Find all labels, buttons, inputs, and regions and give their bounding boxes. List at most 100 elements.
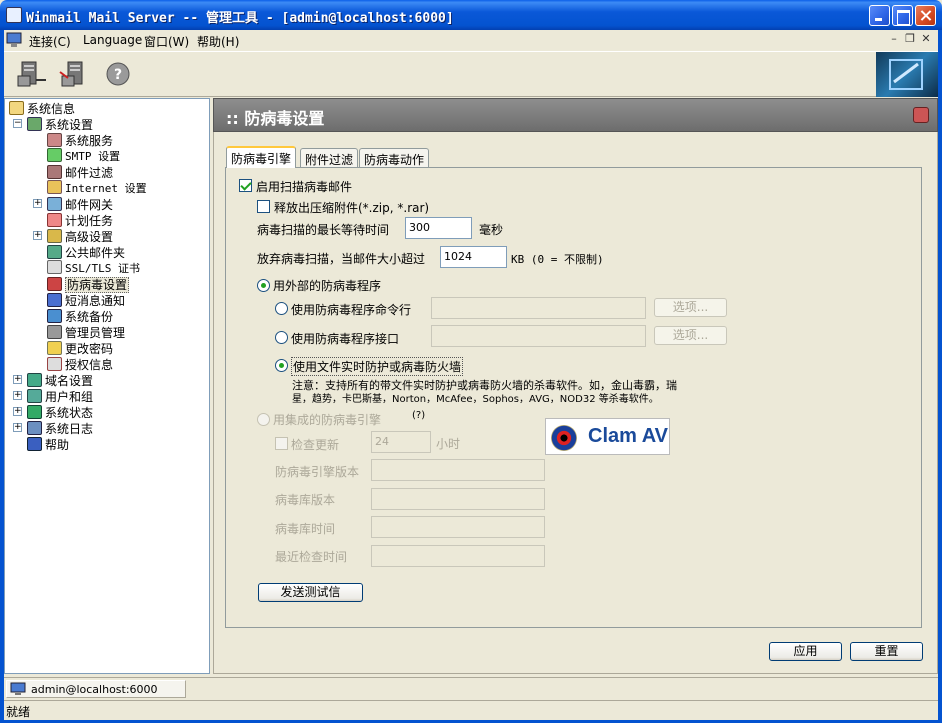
window-title: Winmail Mail Server -- 管理工具 - [admin@loc… [26, 11, 454, 26]
expand-mail-gateway[interactable]: + [33, 199, 42, 208]
tree-item-antivirus[interactable]: 防病毒设置 [47, 276, 130, 293]
reset-button[interactable]: 重置 [850, 642, 923, 661]
realtime-radio[interactable] [275, 359, 288, 372]
last-check-field [371, 545, 545, 567]
integrated-hint[interactable]: (?) [412, 410, 425, 421]
tab-antivirus-action[interactable]: 防病毒动作 [359, 148, 430, 168]
clamav-eye-icon [551, 425, 577, 451]
tree-item-license[interactable]: 授权信息 [47, 356, 113, 372]
tree-item-public-folders[interactable]: 公共邮件夹 [47, 244, 125, 260]
window-tab-admin[interactable]: admin@localhost:6000 [6, 680, 186, 698]
note-line-2: 星，趋势，卡巴斯基，Norton，McAfee，Sophos，AVG，NOD32… [292, 394, 659, 405]
maximize-button[interactable] [892, 5, 913, 26]
tree-item-users-groups[interactable]: 用户和组 [27, 388, 93, 404]
close-button[interactable] [915, 5, 936, 26]
tree-item-smtp[interactable]: SMTP 设置 [47, 148, 120, 164]
extract-archives-checkbox[interactable] [257, 200, 270, 213]
tree-item-system-info[interactable]: 系统信息 [9, 100, 75, 116]
realtime-label: 使用文件实时防护或病毒防火墙 [291, 357, 464, 376]
scheduled-tasks-icon [47, 213, 62, 227]
winmail-logo [876, 52, 938, 97]
system-status-icon [27, 405, 42, 419]
clamav-logo: Clam AV [545, 418, 670, 455]
tree-item-system-status[interactable]: 系统状态 [27, 404, 93, 420]
admin-icon [47, 325, 62, 339]
menu-language[interactable]: Language [83, 33, 142, 47]
engine-version-field [371, 459, 545, 481]
max-wait-unit: 毫秒 [479, 223, 504, 237]
last-check-label: 最近检查时间 [275, 550, 348, 564]
tree-item-admin-mgmt[interactable]: 管理员管理 [47, 324, 125, 340]
tree-item-system-services[interactable]: 系统服务 [47, 132, 113, 148]
interface-options-button[interactable]: 选项... [654, 326, 727, 345]
internet-icon [47, 180, 62, 194]
disconnect-server-icon[interactable] [58, 58, 90, 90]
extract-archives-label: 释放出压缩附件(*.zip, *.rar) [274, 201, 430, 215]
status-bar: 就绪 [4, 700, 938, 720]
enable-scan-checkbox[interactable] [239, 179, 252, 192]
window-task-strip: admin@localhost:6000 [4, 677, 938, 699]
connection-menu-icon [6, 32, 22, 47]
tree-item-system-logs[interactable]: 系统日志 [27, 420, 93, 436]
apply-button[interactable]: 应用 [769, 642, 842, 661]
tree-item-backup[interactable]: 系统备份 [47, 308, 113, 324]
minimize-button[interactable] [869, 5, 890, 26]
navigation-tree: 系统信息 − 系统设置 系统服务 SMTP 设置 邮件过滤 Internet 设… [4, 98, 210, 674]
mdi-close-icon[interactable]: ✕ [919, 33, 933, 46]
antivirus-icon [47, 277, 62, 291]
tree-item-mail-filter[interactable]: 邮件过滤 [47, 164, 113, 180]
cmdline-options-button[interactable]: 选项... [654, 298, 727, 317]
mdi-restore-icon[interactable]: ❐ [903, 33, 917, 46]
expand-domain[interactable]: + [13, 375, 22, 384]
tree-item-ssl-tls[interactable]: SSL/TLS 证书 [47, 260, 140, 276]
title-bar: Winmail Mail Server -- 管理工具 - [admin@loc… [0, 0, 942, 30]
expand-status[interactable]: + [13, 407, 22, 416]
menu-connect[interactable]: 连接(C) [29, 33, 71, 50]
external-program-radio[interactable] [257, 279, 270, 292]
tree-item-system-settings[interactable]: 系统设置 [27, 116, 93, 132]
monitor-icon [10, 682, 26, 695]
engine-version-label: 防病毒引擎版本 [275, 465, 360, 479]
integrated-engine-radio[interactable] [257, 413, 270, 426]
tab-attachment-filter[interactable]: 附件过滤 [300, 148, 359, 168]
integrated-engine-label: 用集成的防病毒引擎 [273, 413, 382, 427]
check-update-input[interactable]: 24 [371, 431, 431, 453]
interface-input[interactable] [431, 325, 646, 347]
menu-bar: 连接(C) Language 窗口(W) 帮助(H) – ❐ ✕ [4, 30, 938, 50]
tree-item-change-password[interactable]: 更改密码 [47, 340, 113, 356]
mdi-minimize-icon[interactable]: – [887, 33, 901, 46]
tab-antivirus-engine[interactable]: 防病毒引擎 [226, 146, 297, 168]
tree-item-mail-gateway[interactable]: 邮件网关 [47, 196, 113, 212]
menu-window[interactable]: 窗口(W) [144, 33, 189, 50]
tree-item-sms[interactable]: 短消息通知 [47, 292, 125, 308]
expand-logs[interactable]: + [13, 423, 22, 432]
key-icon [47, 341, 62, 355]
backup-icon [47, 309, 62, 323]
system-settings-icon [27, 117, 42, 131]
max-wait-input[interactable]: 300 [405, 217, 472, 239]
tree-item-scheduled-tasks[interactable]: 计划任务 [47, 212, 113, 228]
expand-users[interactable]: + [13, 391, 22, 400]
db-version-label: 病毒库版本 [275, 493, 336, 507]
tree-item-internet[interactable]: Internet 设置 [47, 180, 147, 196]
tree-item-domain[interactable]: 域名设置 [27, 372, 93, 388]
interface-label: 使用防病毒程序接口 [291, 332, 400, 346]
menu-help[interactable]: 帮助(H) [197, 33, 239, 50]
cmdline-input[interactable] [431, 297, 646, 319]
system-logs-icon [27, 421, 42, 435]
db-version-field [371, 488, 545, 510]
cmdline-radio[interactable] [275, 302, 288, 315]
expand-system-settings[interactable]: − [13, 119, 22, 128]
connect-server-icon[interactable] [16, 58, 48, 90]
skip-size-input[interactable]: 1024 [440, 246, 507, 268]
check-update-checkbox[interactable] [275, 437, 288, 450]
expand-advanced[interactable]: + [33, 231, 42, 240]
help-icon[interactable]: ? [106, 62, 130, 86]
tree-item-help[interactable]: 帮助 [27, 436, 69, 452]
page-title: :: 防病毒设置 [226, 109, 325, 128]
send-test-button[interactable]: 发送测试信 [258, 583, 363, 602]
tree-item-advanced[interactable]: 高级设置 [47, 228, 113, 244]
status-text: 就绪 [6, 705, 31, 719]
exit-icon[interactable] [913, 107, 929, 123]
interface-radio[interactable] [275, 331, 288, 344]
